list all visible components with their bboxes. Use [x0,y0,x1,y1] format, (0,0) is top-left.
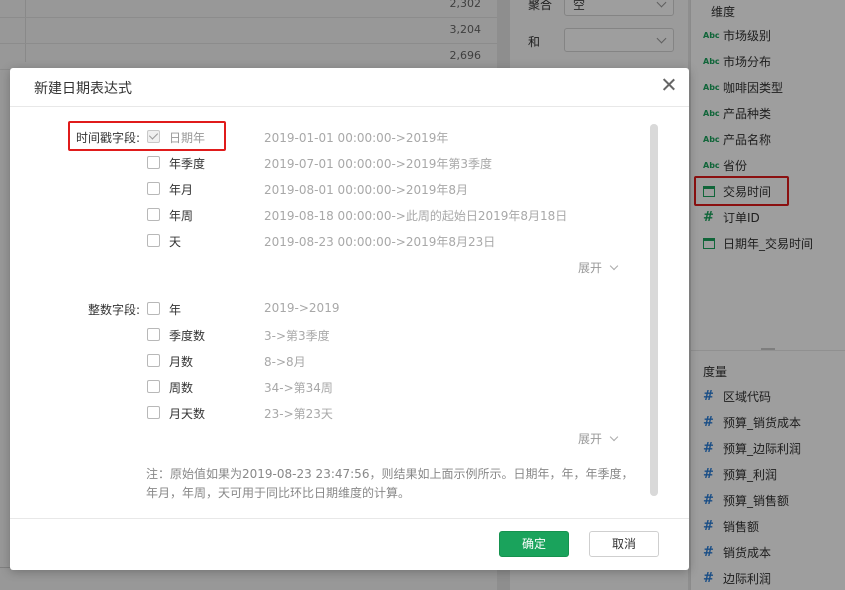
option-example: 2019->2019 [264,301,340,315]
option-label: 季度数 [169,329,206,343]
option-row[interactable]: 周数 34->第34周 [147,379,647,397]
timestamp-group-label: 时间戳字段: [75,131,140,145]
dialog-title: 新建日期表达式 [34,81,132,97]
checkbox[interactable] [147,302,160,315]
option-label: 年季度 [169,157,206,171]
checkbox [147,130,160,143]
cancel-button[interactable]: 取消 [589,531,659,557]
footer-divider [10,518,689,519]
option-row[interactable]: 年 2019->2019 [147,301,647,319]
option-example: 3->第3季度 [264,329,330,343]
expand-label: 展开 [578,261,603,275]
option-label: 日期年 [169,131,206,145]
option-example: 2019-01-01 00:00:00->2019年 [264,131,449,145]
checkbox[interactable] [147,328,160,341]
option-example: 2019-08-23 00:00:00->2019年8月23日 [264,235,496,249]
option-row[interactable]: 月数 8->8月 [147,353,647,371]
checkbox[interactable] [147,182,160,195]
checkbox[interactable] [147,234,160,247]
expand-toggle-timestamp[interactable]: 展开 [578,259,619,276]
close-icon[interactable] [661,77,677,93]
confirm-button[interactable]: 确定 [499,531,569,557]
option-label: 年月 [169,183,194,197]
scrollbar-thumb[interactable] [650,124,658,496]
option-label: 月数 [169,355,194,369]
integer-group-label: 整数字段: [87,303,140,317]
option-row[interactable]: 年周 2019-08-18 00:00:00->此周的起始日2019年8月18日 [147,207,647,225]
option-example: 34->第34周 [264,381,333,395]
option-example: 23->第23天 [264,407,333,421]
new-date-expression-dialog: 新建日期表达式 时间戳字段: 日期年 2019-01-01 00:00:00->2… [10,68,689,570]
option-row[interactable]: 年季度 2019-07-01 00:00:00->2019年第3季度 [147,155,647,173]
option-row[interactable]: 日期年 2019-01-01 00:00:00->2019年 [147,129,647,147]
option-label: 周数 [169,381,194,395]
note-text: 注：原始值如果为2019-08-23 23:47:56，则结果如上面示例所示。日… [146,467,634,500]
option-label: 年周 [169,209,194,223]
option-example: 2019-08-01 00:00:00->2019年8月 [264,183,469,197]
option-label: 月天数 [169,407,206,421]
checkbox[interactable] [147,380,160,393]
checkbox[interactable] [147,354,160,367]
checkbox[interactable] [147,156,160,169]
option-row[interactable]: 天 2019-08-23 00:00:00->2019年8月23日 [147,233,647,251]
expand-toggle-integer[interactable]: 展开 [578,430,619,447]
option-row[interactable]: 年月 2019-08-01 00:00:00->2019年8月 [147,181,647,199]
option-row[interactable]: 季度数 3->第3季度 [147,327,647,345]
option-example: 2019-07-01 00:00:00->2019年第3季度 [264,157,493,171]
option-example: 8->8月 [264,355,306,369]
option-label: 年 [169,303,182,317]
checkbox[interactable] [147,406,160,419]
chevron-down-icon [609,432,619,442]
option-label: 天 [169,235,182,249]
option-row[interactable]: 月天数 23->第23天 [147,405,647,423]
checkbox[interactable] [147,208,160,221]
option-example: 2019-08-18 00:00:00->此周的起始日2019年8月18日 [264,209,568,223]
chevron-down-icon [609,261,619,271]
expand-label: 展开 [578,432,603,446]
header-divider [10,106,689,107]
